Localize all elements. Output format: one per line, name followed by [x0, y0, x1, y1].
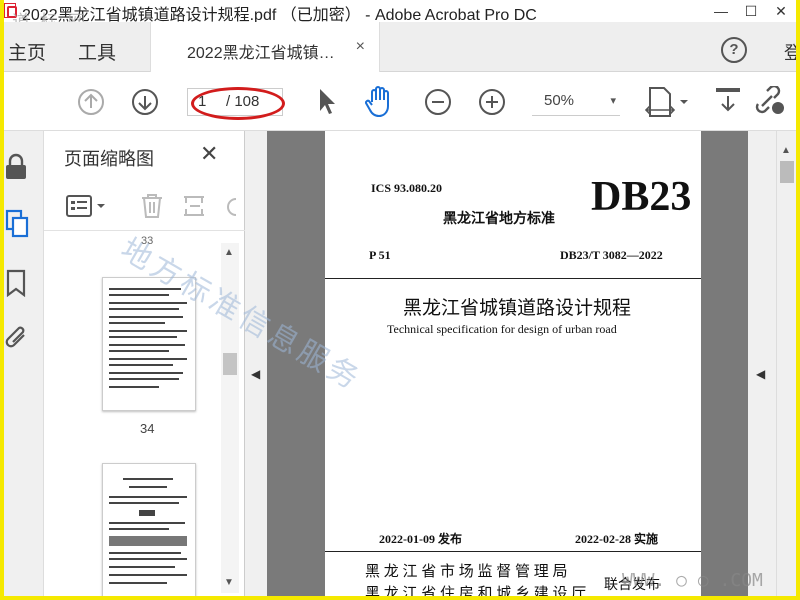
scroll-up-arrow-icon[interactable]: ▲: [781, 145, 791, 156]
toolbar: 1 / 108 50% ▾: [4, 72, 796, 131]
next-page-icon[interactable]: [131, 88, 159, 116]
issuer-2: 黑 龙 江 省 住 房 和 城 乡 建 设 厅: [365, 586, 587, 596]
extract-pages-icon[interactable]: [182, 193, 208, 219]
title-bar: 2022黑龙江省城镇道路设计规程.pdf （已加密） - Adobe Acrob…: [4, 0, 796, 24]
minimize-button[interactable]: —: [706, 0, 736, 22]
panel-title: 页面缩略图: [64, 149, 154, 169]
hand-tool-icon[interactable]: [364, 84, 396, 118]
select-tool-icon[interactable]: [314, 86, 338, 116]
viewer-right-gutter: ◀: [748, 131, 776, 596]
scroll-up-arrow-icon[interactable]: ▲: [224, 247, 234, 258]
thumbnail-page-label: 34: [140, 421, 155, 436]
viewer-left-gutter: ◀: [245, 131, 267, 596]
document-tab-label: 2022黑龙江省城镇…: [187, 45, 335, 62]
rotate-pages-icon[interactable]: [224, 195, 238, 219]
lock-icon[interactable]: [4, 153, 28, 181]
zoom-in-icon[interactable]: [478, 88, 506, 116]
sign-in-button[interactable]: 登: [784, 39, 796, 65]
p-code: P 51: [369, 248, 391, 262]
page-thumbnails-panel: 页面缩略图 ✕ 33 34 ▲ ▼: [44, 131, 245, 596]
divider-line: [325, 551, 701, 552]
document-title-en: Technical specification for design of ur…: [387, 322, 617, 336]
thumbnail-scrollbar-thumb[interactable]: [223, 353, 237, 375]
issuer-1: 黑 龙 江 省 市 场 监 督 管 理 局: [365, 564, 568, 580]
bookmark-icon[interactable]: [6, 269, 26, 297]
attachment-icon[interactable]: [4, 323, 30, 353]
fit-page-icon[interactable]: [644, 84, 690, 120]
delete-pages-icon[interactable]: [140, 193, 164, 219]
chevron-down-icon: ▾: [610, 95, 616, 107]
close-panel-button[interactable]: ✕: [200, 141, 218, 167]
scroll-down-arrow-icon[interactable]: ▼: [224, 577, 234, 588]
thumbnail-options-icon[interactable]: [66, 195, 110, 217]
help-icon[interactable]: ?: [721, 37, 747, 63]
pdf-page: ICS 93.080.20 DB23 黑龙江省地方标准 P 51 DB23/T …: [325, 131, 701, 596]
document-title-cn: 黑龙江省城镇道路设计规程: [403, 298, 632, 319]
document-scrollbar-thumb[interactable]: [780, 161, 794, 183]
menu-tools[interactable]: 工具: [78, 38, 116, 65]
previous-page-icon[interactable]: [77, 88, 105, 116]
document-tab[interactable]: 2022黑龙江省城镇… ×: [150, 22, 380, 72]
download-tool-icon[interactable]: [714, 86, 742, 116]
site-url-watermark: WWW. ○ ○ .COM: [622, 570, 763, 591]
acrobat-window: 2022黑龙江省城镇道路设计规程.pdf （已加密） - Adobe Acrob…: [4, 0, 796, 596]
zoom-value: 50%: [544, 92, 575, 109]
panel-toolbar: [44, 183, 245, 231]
divider-line: [325, 278, 701, 279]
ics-code: ICS 93.080.20: [371, 181, 443, 195]
expand-right-panel-icon[interactable]: ◀: [756, 367, 765, 381]
window-controls: — ☐ ✕: [706, 0, 796, 22]
left-rail: [4, 131, 44, 596]
maximize-button[interactable]: ☐: [736, 0, 766, 22]
page-number-highlight-annotation: [191, 87, 285, 120]
standard-number: DB23/T 3082—2022: [560, 248, 663, 262]
standard-type: 黑龙江省地方标准: [443, 212, 555, 227]
page-thumbnail[interactable]: [102, 463, 196, 596]
menu-home[interactable]: 主页: [8, 38, 46, 65]
document-scrollbar[interactable]: ▲: [776, 131, 796, 596]
close-window-button[interactable]: ✕: [766, 0, 796, 22]
collapse-left-panel-icon[interactable]: ◀: [251, 367, 260, 381]
zoom-dropdown[interactable]: 50% ▾: [532, 88, 620, 116]
standard-code: DB23: [591, 174, 692, 220]
link-tool-icon[interactable]: [752, 86, 786, 116]
zoom-out-icon[interactable]: [424, 88, 452, 116]
page-thumbnails-icon[interactable]: [4, 209, 30, 239]
menu-bar: 主页 工具: [4, 22, 796, 72]
issue-date: 2022-01-09 发布: [379, 532, 462, 546]
document-tab-close-button[interactable]: ×: [356, 38, 365, 56]
implement-date: 2022-02-28 实施: [575, 532, 658, 546]
